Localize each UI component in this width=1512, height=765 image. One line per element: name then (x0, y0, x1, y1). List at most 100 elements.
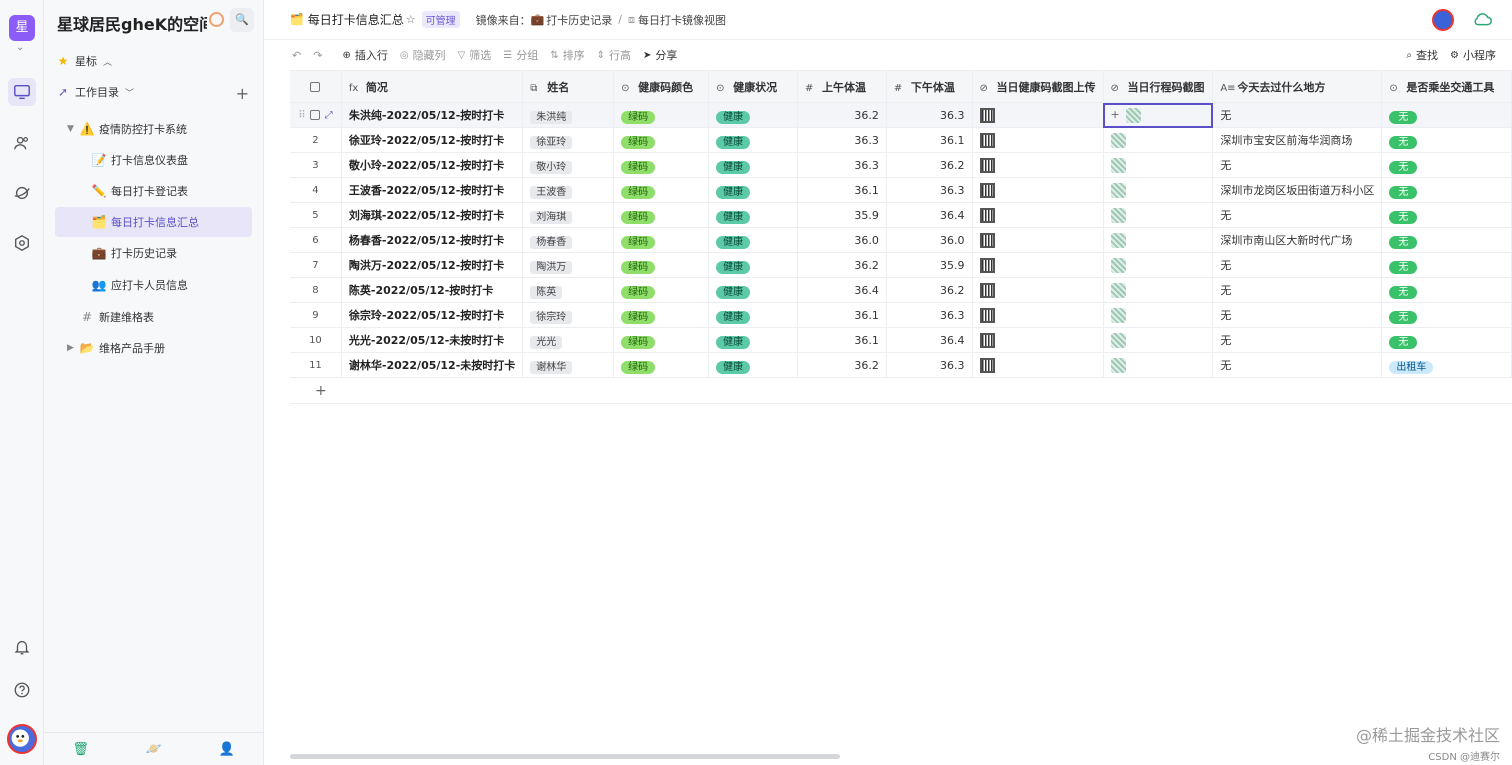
cell-transport[interactable]: 无 (1381, 252, 1512, 278)
cell-am-temp[interactable]: 36.4 (797, 277, 887, 303)
cell-trip-code-shot[interactable] (1103, 352, 1214, 378)
workspace-section[interactable]: ➚ 工作目录 ﹀ (55, 77, 252, 107)
cell-places[interactable]: 无 (1212, 327, 1383, 353)
undo-button[interactable]: ↶ (292, 49, 301, 62)
health-code-thumbnail[interactable] (979, 307, 995, 323)
table-row[interactable]: 3 敬小玲-2022/05/12-按时打卡 敬小玲 绿码 健康 36.3 36.2 无无 (290, 152, 1512, 178)
cell-health-code-shot[interactable] (972, 227, 1104, 253)
cell-pm-temp[interactable]: 36.3 (886, 102, 973, 128)
row-index[interactable]: 11 (290, 352, 342, 378)
trash-icon[interactable]: 🗑 (72, 742, 89, 757)
cell-name[interactable]: 徐亚玲 (522, 127, 615, 153)
cell-trip-code-shot[interactable] (1103, 302, 1214, 328)
redo-button[interactable]: ↷ (313, 49, 322, 62)
health-code-thumbnail[interactable] (979, 282, 995, 298)
horizontal-scrollbar[interactable] (290, 754, 840, 759)
cell-transport[interactable]: 无 (1381, 127, 1512, 153)
cell-pm-temp[interactable]: 36.3 (886, 302, 973, 328)
trip-code-thumbnail[interactable] (1110, 157, 1126, 173)
column-header-code-color[interactable]: ⊙ 健康码颜色 (613, 70, 710, 103)
cell-name[interactable]: 刘海琪 (522, 202, 615, 228)
cell-code-color[interactable]: 绿码 (613, 327, 710, 353)
space-badge[interactable]: 星 (9, 15, 35, 41)
row-selector[interactable]: ⠿ ⤢ (290, 102, 342, 128)
cell-summary[interactable]: 杨春香-2022/05/12-按时打卡 (341, 227, 524, 253)
cell-pm-temp[interactable]: 36.3 (886, 352, 973, 378)
cell-pm-temp[interactable]: 36.0 (886, 227, 973, 253)
cell-transport[interactable]: 无 (1381, 327, 1512, 353)
table-row[interactable]: 9 徐宗玲-2022/05/12-按时打卡 徐宗玲 绿码 健康 36.1 36.3 无无 (290, 302, 1512, 328)
cell-code-color[interactable]: 绿码 (613, 277, 710, 303)
sidebar-item-history[interactable]: 💼 打卡历史记录 (55, 238, 252, 268)
space-title[interactable]: 星球居民gheK的空间... (57, 11, 207, 35)
sort-button[interactable]: ⇅ 排序 (550, 47, 584, 63)
trip-code-thumbnail[interactable] (1110, 357, 1126, 373)
cell-places[interactable]: 无 (1212, 152, 1383, 178)
filter-button[interactable]: ▽ 筛选 (458, 47, 492, 63)
trip-code-thumbnail[interactable] (1110, 282, 1126, 298)
cell-code-color[interactable]: 绿码 (613, 177, 710, 203)
cell-transport[interactable]: 无 (1381, 202, 1512, 228)
invite-user-icon[interactable]: 👤 (218, 742, 234, 757)
cell-places[interactable]: 无 (1212, 352, 1383, 378)
cell-pm-temp[interactable]: 36.2 (886, 277, 973, 303)
cell-health-code-shot[interactable] (972, 202, 1104, 228)
mini-program-button[interactable]: ⚙ 小程序 (1450, 47, 1496, 63)
table-row[interactable]: ⠿ ⤢ 朱洪纯-2022/05/12-按时打卡 朱洪纯 绿码 健康 36.2 36.3 + 无无 (290, 102, 1512, 128)
cell-transport[interactable]: 无 (1381, 102, 1512, 128)
cell-places[interactable]: 深圳市宝安区前海华润商场 (1212, 127, 1383, 153)
trip-code-thumbnail[interactable] (1110, 182, 1126, 198)
table-row[interactable]: 6 杨春香-2022/05/12-按时打卡 杨春香 绿码 健康 36.0 36.0 深圳市南山… (290, 227, 1512, 253)
cell-trip-code-shot[interactable] (1103, 152, 1214, 178)
row-index[interactable]: 4 (290, 177, 342, 203)
cell-summary[interactable]: 光光-2022/05/12-未按时打卡 (341, 327, 524, 353)
sidebar-item-new-sheet[interactable]: # 新建维格表 (55, 302, 252, 332)
cell-code-color[interactable]: 绿码 (613, 152, 710, 178)
cell-am-temp[interactable]: 36.2 (797, 352, 887, 378)
cell-health[interactable]: 健康 (708, 252, 798, 278)
cell-am-temp[interactable]: 36.1 (797, 327, 887, 353)
health-code-thumbnail[interactable] (979, 332, 995, 348)
cell-trip-code-shot[interactable] (1103, 252, 1214, 278)
hide-columns-button[interactable]: ◎ 隐藏列 (400, 47, 446, 63)
cell-code-color[interactable]: 绿码 (613, 202, 710, 228)
find-button[interactable]: ⌕ 查找 (1406, 47, 1438, 63)
cell-pm-temp[interactable]: 35.9 (886, 252, 973, 278)
cell-transport[interactable]: 出租车 (1381, 352, 1512, 378)
cell-health[interactable]: 健康 (708, 127, 798, 153)
space-switch-chevron-icon[interactable]: ⌄ (16, 42, 24, 53)
cell-pm-temp[interactable]: 36.4 (886, 202, 973, 228)
cell-am-temp[interactable]: 36.3 (797, 152, 887, 178)
cell-health[interactable]: 健康 (708, 177, 798, 203)
table-row[interactable]: 5 刘海琪-2022/05/12-按时打卡 刘海琪 绿码 健康 35.9 36.4 无无 (290, 202, 1512, 228)
cell-pm-temp[interactable]: 36.1 (886, 127, 973, 153)
cell-name[interactable]: 王波香 (522, 177, 615, 203)
drag-handle-icon[interactable]: ⠿ (298, 110, 305, 121)
health-code-thumbnail[interactable] (979, 157, 995, 173)
column-header-pm-temp[interactable]: # 下午体温 (886, 70, 973, 103)
favorite-star-icon[interactable]: ☆ (406, 13, 416, 26)
row-index[interactable]: 5 (290, 202, 342, 228)
cell-places[interactable]: 无 (1212, 302, 1383, 328)
cell-summary[interactable]: 徐亚玲-2022/05/12-按时打卡 (341, 127, 524, 153)
cell-pm-temp[interactable]: 36.4 (886, 327, 973, 353)
trip-code-thumbnail[interactable] (1110, 307, 1126, 323)
trip-code-thumbnail[interactable] (1110, 132, 1126, 148)
health-code-thumbnail[interactable] (979, 182, 995, 198)
cell-name[interactable]: 陶洪万 (522, 252, 615, 278)
add-attachment-icon[interactable]: + (1111, 108, 1120, 121)
cell-name[interactable]: 谢林华 (522, 352, 615, 378)
cell-transport[interactable]: 无 (1381, 227, 1512, 253)
cell-name[interactable]: 陈英 (522, 277, 615, 303)
cell-name[interactable]: 敬小玲 (522, 152, 615, 178)
cell-code-color[interactable]: 绿码 (613, 227, 710, 253)
health-code-thumbnail[interactable] (979, 257, 995, 273)
cell-name[interactable]: 光光 (522, 327, 615, 353)
cell-summary[interactable]: 敬小玲-2022/05/12-按时打卡 (341, 152, 524, 178)
cell-health-code-shot[interactable] (972, 327, 1104, 353)
share-button[interactable]: ➤ 分享 (643, 47, 677, 63)
column-header-trip-code-shot[interactable]: ⊘ 当日行程码截图 (1103, 70, 1214, 103)
cell-trip-code-shot[interactable] (1103, 177, 1214, 203)
group-button[interactable]: ☰ 分组 (503, 47, 538, 63)
trip-code-thumbnail[interactable] (1110, 332, 1126, 348)
